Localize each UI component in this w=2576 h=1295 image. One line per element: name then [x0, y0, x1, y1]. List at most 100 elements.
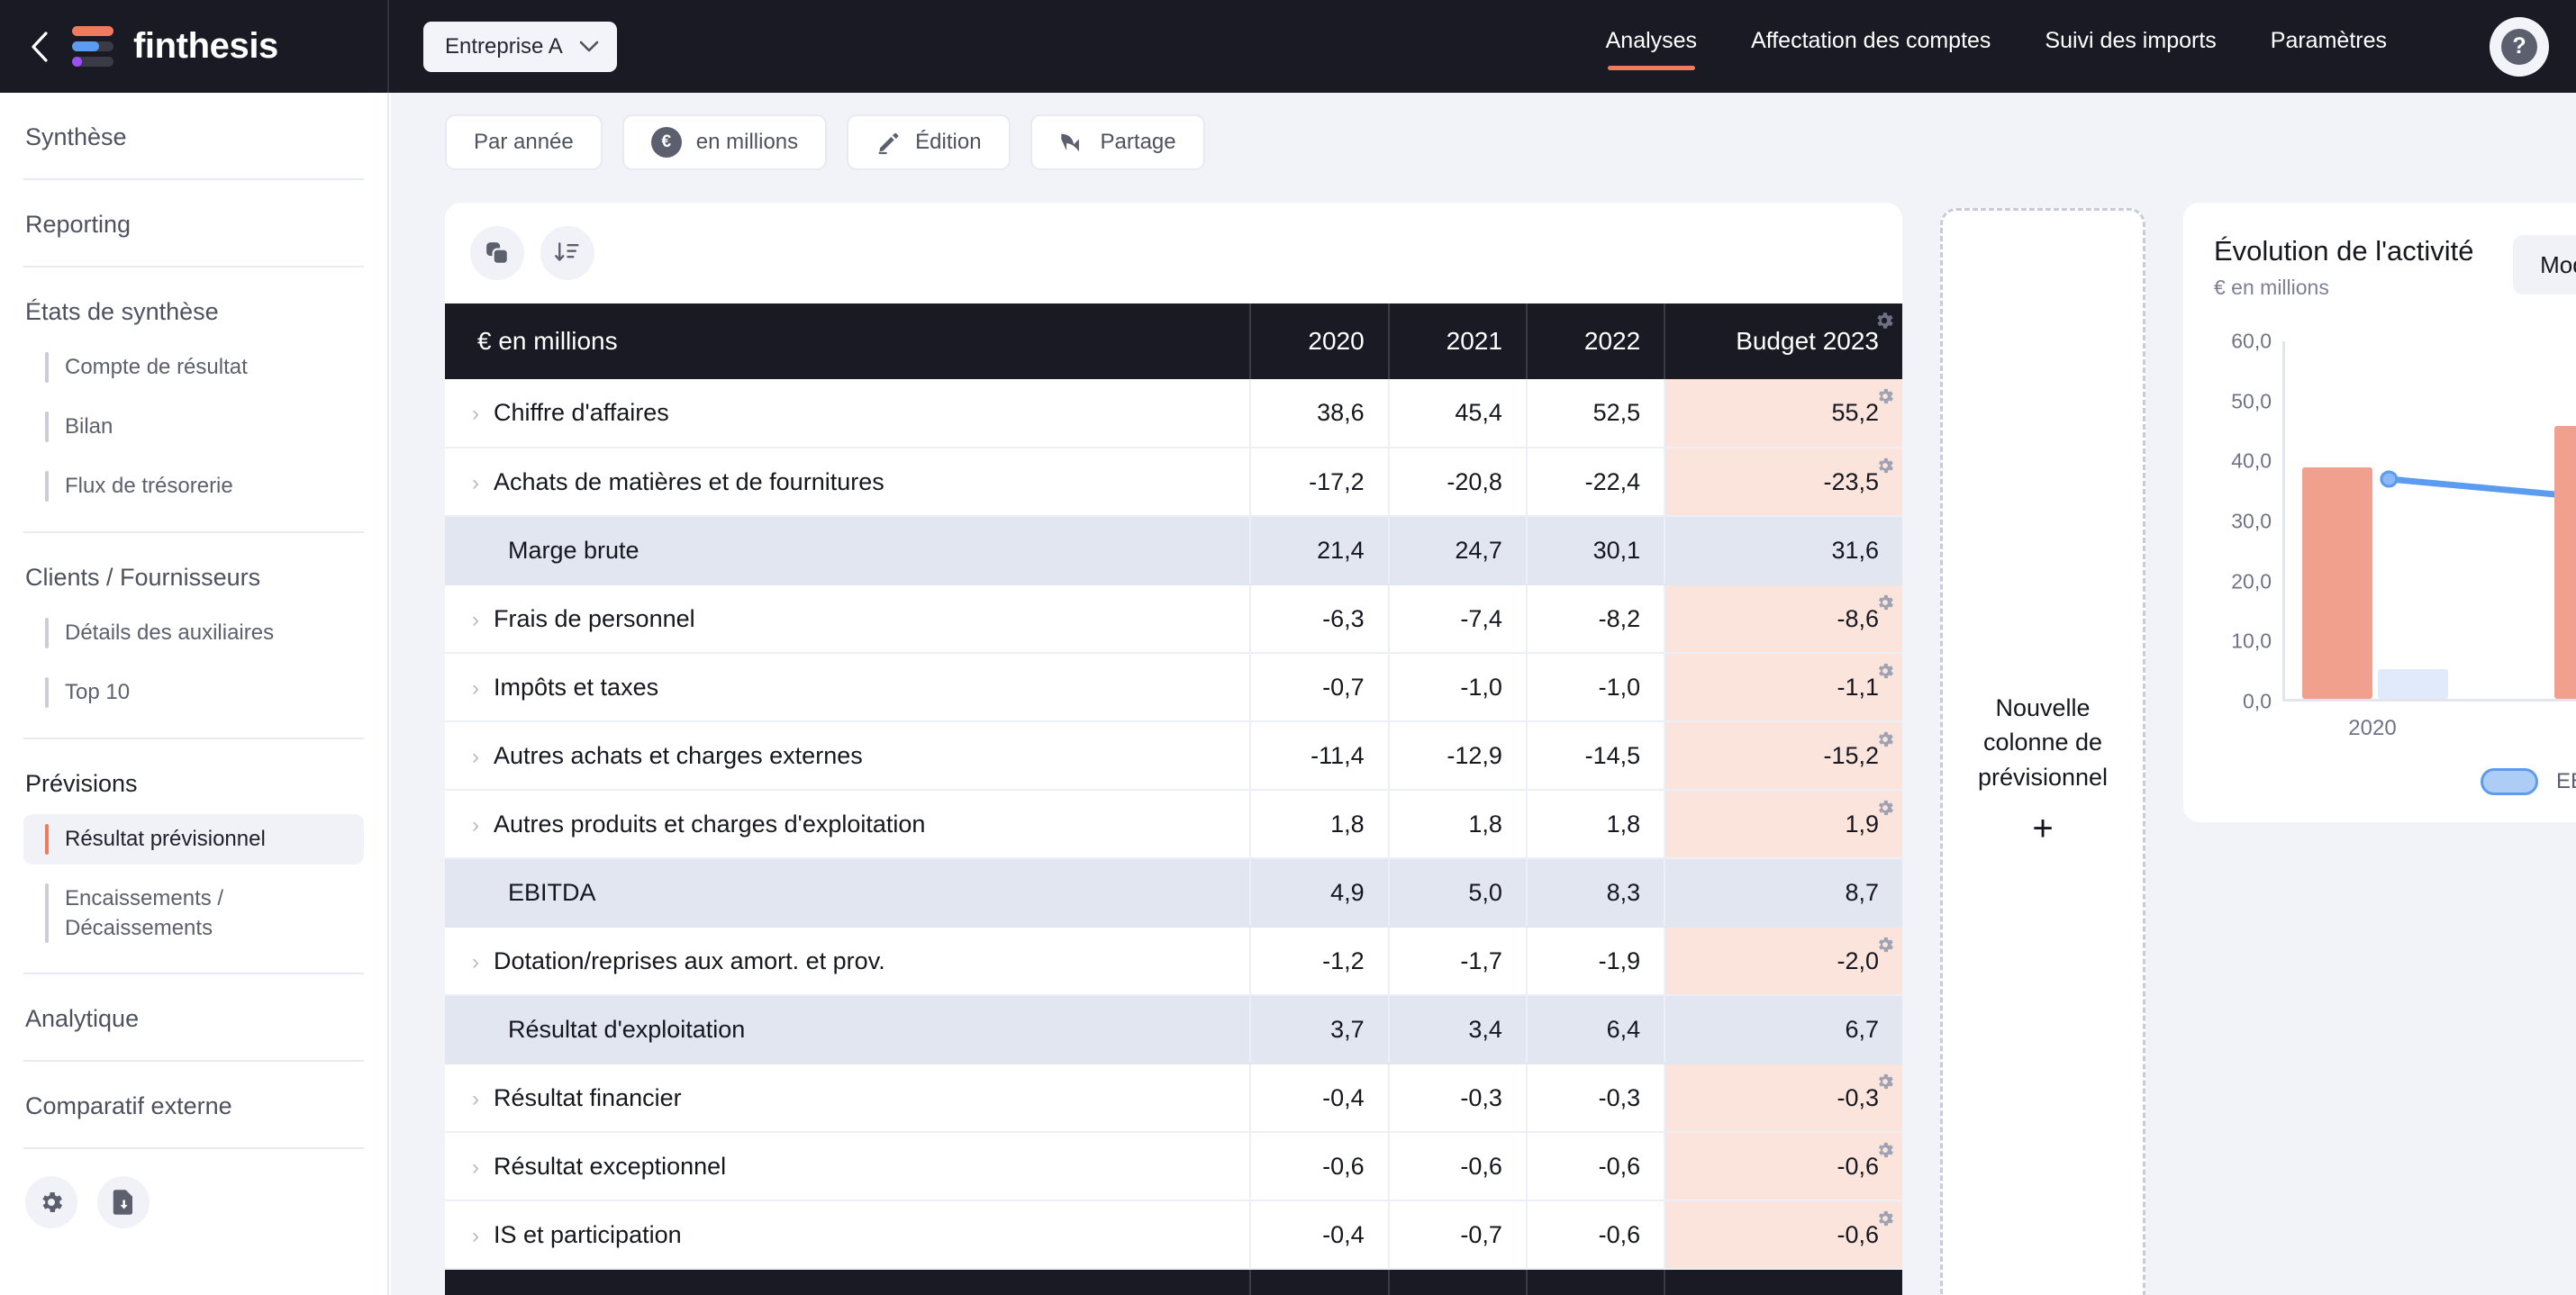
budget-value-cell[interactable]: -0,3 — [1664, 1064, 1902, 1133]
value-cell[interactable]: 52,5 — [1525, 379, 1665, 448]
budget-value-cell[interactable]: 1,9 — [1664, 790, 1902, 859]
value-cell[interactable]: -0,3 — [1387, 1064, 1527, 1133]
table-row[interactable]: › IS et participation -0,4 -0,7 -0,6 -0,6 — [445, 1200, 1902, 1270]
value-cell[interactable]: 21,4 — [1249, 516, 1389, 585]
budget-value-cell[interactable]: -0,6 — [1664, 1132, 1902, 1201]
value-cell[interactable]: -0,6 — [1249, 1132, 1389, 1201]
value-cell[interactable]: -0,4 — [1249, 1064, 1389, 1133]
sidebar-item-previsions[interactable]: Prévisions — [23, 763, 364, 805]
row-label-cell[interactable]: › Dotation/reprises aux amort. et prov. — [445, 927, 1251, 996]
sidebar-item-comparatif-externe[interactable]: Comparatif externe — [23, 1085, 364, 1127]
cell-settings-gear-icon[interactable] — [1875, 659, 1895, 687]
nav-item-analyses[interactable]: Analyses — [1604, 23, 1699, 70]
sidebar-item-flux-de-tresorerie[interactable]: Flux de trésorerie — [23, 461, 364, 512]
cell-settings-gear-icon[interactable] — [1875, 933, 1895, 961]
table-row[interactable]: › Achats de matières et de fournitures -17… — [445, 448, 1902, 517]
collapse-sidebar-button[interactable] — [23, 31, 56, 63]
row-label-cell[interactable]: Résultat d'exploitation — [445, 995, 1251, 1064]
value-cell[interactable]: 8,3 — [1525, 858, 1665, 928]
table-row[interactable]: Marge brute 21,4 24,7 30,1 31,6 — [445, 516, 1902, 585]
value-cell[interactable]: 3,7 — [1249, 995, 1389, 1064]
table-row[interactable]: › Dotation/reprises aux amort. et prov. -1… — [445, 927, 1902, 996]
bar-ebitda[interactable] — [2378, 669, 2448, 699]
period-mode-button[interactable]: Par année — [445, 114, 603, 170]
settings-button[interactable] — [25, 1176, 77, 1229]
sidebar-item-analytique[interactable]: Analytique — [23, 998, 364, 1040]
value-cell[interactable]: -0,6 — [1525, 1200, 1665, 1270]
cell-settings-gear-icon[interactable] — [1875, 591, 1895, 619]
value-cell[interactable]: -20,8 — [1387, 448, 1527, 517]
row-label-cell[interactable]: Marge brute — [445, 516, 1251, 585]
cell-settings-gear-icon[interactable] — [1875, 1207, 1895, 1235]
bar-revenue[interactable] — [2554, 426, 2576, 699]
budget-value-cell[interactable]: 31,6 — [1664, 516, 1902, 585]
duplicate-button[interactable] — [470, 226, 524, 280]
help-button[interactable]: ? — [2490, 16, 2549, 77]
column-settings-gear-icon[interactable] — [1873, 309, 1895, 338]
table-row[interactable]: › Autres achats et charges externes -11,4 -… — [445, 721, 1902, 791]
value-cell[interactable]: -6,3 — [1249, 584, 1389, 654]
row-label-cell[interactable]: › Résultat financier — [445, 1064, 1251, 1133]
value-cell[interactable]: -7,4 — [1387, 584, 1527, 654]
row-label-cell[interactable]: › Frais de personnel — [445, 584, 1251, 654]
company-selector[interactable]: Entreprise A — [423, 21, 617, 72]
expand-row-chevron-icon[interactable]: › — [472, 813, 479, 838]
expand-row-chevron-icon[interactable]: › — [472, 1155, 479, 1180]
sidebar-item-compte-de-resultat[interactable]: Compte de résultat — [23, 342, 364, 393]
value-cell[interactable]: -12,9 — [1387, 721, 1527, 791]
header-col-budget-2023[interactable]: Budget 2023 — [1664, 303, 1902, 379]
header-col-2022[interactable]: 2022 — [1525, 303, 1665, 379]
value-cell[interactable]: -8,2 — [1525, 584, 1665, 654]
table-row[interactable]: EBITDA 4,9 5,0 8,3 8,7 — [445, 858, 1902, 928]
table-row[interactable]: › Chiffre d'affaires 38,6 45,4 52,5 55,2 — [445, 379, 1902, 448]
expand-row-chevron-icon[interactable]: › — [472, 1087, 479, 1111]
cell-settings-gear-icon[interactable] — [1875, 385, 1895, 412]
value-cell[interactable]: 6,4 — [1525, 995, 1665, 1064]
sidebar-item-reporting[interactable]: Reporting — [23, 204, 364, 246]
table-row[interactable]: › Autres produits et charges d'exploitati… — [445, 790, 1902, 859]
new-forecast-column-button[interactable]: Nouvelle colonne de prévisionnel + — [1940, 208, 2145, 1295]
value-cell[interactable]: -1,9 — [1525, 927, 1665, 996]
value-cell[interactable]: -0,7 — [1387, 1200, 1527, 1270]
value-cell[interactable]: -14,5 — [1525, 721, 1665, 791]
row-label-cell[interactable]: › Autres achats et charges externes — [445, 721, 1251, 791]
edit-chart-data-button[interactable]: Modifier les données — [2513, 235, 2576, 294]
table-row[interactable]: › Résultat exceptionnel -0,6 -0,6 -0,6 -0,6 — [445, 1132, 1902, 1201]
value-cell[interactable]: 4,9 — [1249, 858, 1389, 928]
row-label-cell[interactable]: › IS et participation — [445, 1200, 1251, 1270]
value-cell[interactable]: -0,7 — [1249, 653, 1389, 722]
budget-value-cell[interactable]: -0,6 — [1664, 1200, 1902, 1270]
table-row[interactable]: › Frais de personnel -6,3 -7,4 -8,2 -8,6 — [445, 584, 1902, 654]
value-cell[interactable]: -1,7 — [1387, 927, 1527, 996]
nav-item-affectation-des-comptes[interactable]: Affectation des comptes — [1749, 23, 1992, 70]
sidebar-item-synthese[interactable]: Synthèse — [23, 116, 364, 158]
value-cell[interactable]: 5,0 — [1387, 858, 1527, 928]
value-cell[interactable]: -0,6 — [1387, 1132, 1527, 1201]
row-label-cell[interactable]: › Autres produits et charges d'exploitati… — [445, 790, 1251, 859]
budget-value-cell[interactable]: 8,7 — [1664, 858, 1902, 928]
header-col-2021[interactable]: 2021 — [1387, 303, 1527, 379]
nav-item-suivi-des-imports[interactable]: Suivi des imports — [2043, 23, 2218, 70]
cell-settings-gear-icon[interactable] — [1875, 1138, 1895, 1166]
table-row[interactable]: Résultat d'exploitation 3,7 3,4 6,4 6,7 — [445, 995, 1902, 1064]
bar-revenue[interactable] — [2302, 466, 2372, 699]
export-file-button[interactable] — [97, 1176, 150, 1229]
expand-row-chevron-icon[interactable]: › — [472, 402, 479, 426]
expand-row-chevron-icon[interactable]: › — [472, 1224, 479, 1248]
budget-value-cell[interactable]: -2,0 — [1664, 927, 1902, 996]
row-label-cell[interactable]: › Résultat exceptionnel — [445, 1132, 1251, 1201]
sidebar-item-bilan[interactable]: Bilan — [23, 402, 364, 452]
sidebar-item-resultat-previsionnel[interactable]: Résultat prévisionnel — [23, 814, 364, 865]
value-cell[interactable]: -1,0 — [1525, 653, 1665, 722]
value-cell[interactable]: -17,2 — [1249, 448, 1389, 517]
value-cell[interactable]: -1,0 — [1387, 653, 1527, 722]
cell-settings-gear-icon[interactable] — [1875, 1070, 1895, 1098]
table-row[interactable]: › Résultat financier -0,4 -0,3 -0,3 -0,3 — [445, 1064, 1902, 1133]
value-cell[interactable]: 24,7 — [1387, 516, 1527, 585]
sidebar-item-clients-fournisseurs[interactable]: Clients / Fournisseurs — [23, 557, 364, 599]
value-cell[interactable]: -22,4 — [1525, 448, 1665, 517]
expand-row-chevron-icon[interactable]: › — [472, 676, 479, 701]
sidebar-item-top-10[interactable]: Top 10 — [23, 667, 364, 718]
value-cell[interactable]: -0,4 — [1249, 1200, 1389, 1270]
value-cell[interactable]: 38,6 — [1249, 379, 1389, 448]
